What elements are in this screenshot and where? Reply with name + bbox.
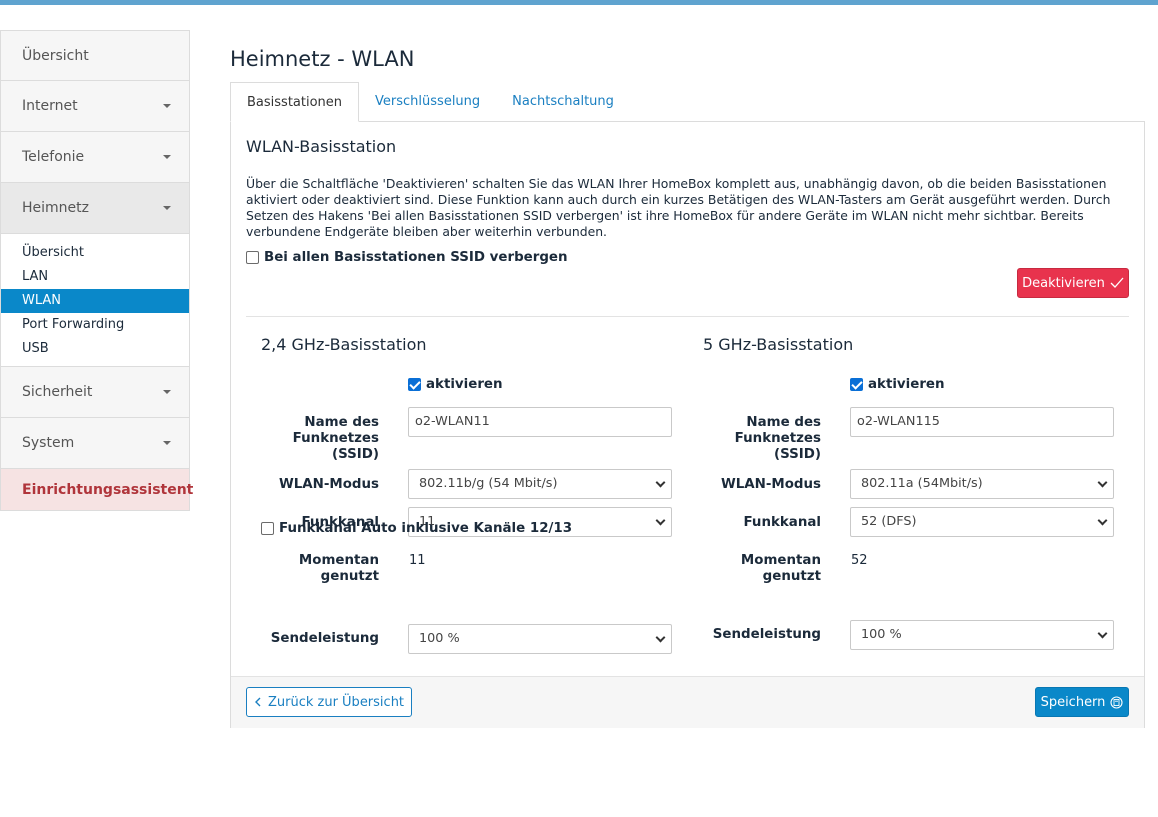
sidebar-item-label: Einrichtungsassistent [22, 481, 194, 498]
sidebar-item-system[interactable]: System [0, 418, 190, 469]
station-5ghz-title: 5 GHz-Basisstation [703, 335, 854, 354]
tab-bar: Basisstationen Verschlüsselung Nachtscha… [230, 82, 630, 122]
sidebar-item-telefonie[interactable]: Telefonie [0, 132, 190, 183]
wlan-mode-value: 802.11b/g (54 Mbit/s) [419, 476, 558, 491]
chevron-down-icon [1097, 477, 1108, 488]
sidebar-item-label: Heimnetz [22, 200, 89, 216]
panel-title: WLAN-Basisstation [246, 137, 397, 156]
wlan-mode-select[interactable]: 802.11b/g (54 Mbit/s) [408, 469, 672, 499]
auto-channel-label: Funkkanal Auto inklusive Kanäle 12/13 [279, 521, 573, 536]
current-channel-label: Momentan genutzt [740, 553, 821, 584]
page-title: Heimnetz - WLAN [230, 47, 415, 71]
power-select[interactable]: 100 % [408, 624, 672, 654]
sidebar-item-label: Internet [22, 98, 78, 114]
station-24ghz-activate[interactable]: aktivieren [408, 377, 503, 392]
chevron-down-icon [1097, 515, 1108, 526]
station-5ghz-activate[interactable]: aktivieren [850, 377, 945, 392]
current-channel-label: Momentan genutzt [298, 553, 379, 584]
sidebar-item-label: Sicherheit [22, 384, 93, 400]
save-label: Speichern [1040, 694, 1106, 710]
chevron-left-icon [254, 697, 261, 707]
caret-down-icon [163, 155, 171, 159]
auto-channel-option[interactable]: Funkkanal Auto inklusive Kanäle 12/13 [261, 521, 572, 536]
station-24ghz-title: 2,4 GHz-Basisstation [261, 335, 427, 354]
hide-ssid-option[interactable]: Bei allen Basisstationen SSID verbergen [246, 250, 568, 265]
sidebar-item-label: Übersicht [22, 47, 89, 64]
heimnetz-submenu: Übersicht LAN WLAN Port Forwarding USB [0, 234, 190, 367]
power-select[interactable]: 100 % [850, 620, 1114, 650]
ssid-label: Name des Funknetzes (SSID) [734, 415, 821, 462]
settings-panel: WLAN-Basisstation Über die Schaltfläche … [230, 121, 1145, 728]
caret-down-icon [163, 441, 171, 445]
channel-select[interactable]: 52 (DFS) [850, 507, 1114, 537]
hide-ssid-label: Bei allen Basisstationen SSID verbergen [264, 250, 568, 265]
submenu-item-wlan[interactable]: WLAN [1, 289, 189, 313]
wlan-mode-value: 802.11a (54Mbit/s) [861, 476, 983, 491]
chevron-down-icon [655, 515, 666, 526]
submenu-item-lan[interactable]: LAN [1, 265, 189, 289]
sidebar-item-sicherheit[interactable]: Sicherheit [0, 367, 190, 418]
check-icon [1110, 277, 1124, 288]
caret-down-icon [163, 206, 171, 210]
back-to-overview-button[interactable]: Zurück zur Übersicht [246, 687, 412, 717]
save-icon [1110, 695, 1123, 709]
save-button[interactable]: Speichern [1035, 687, 1129, 717]
wlan-mode-label: WLAN-Modus [278, 477, 379, 492]
sidebar-item-uebersicht[interactable]: Übersicht [0, 30, 190, 81]
sidebar-item-internet[interactable]: Internet [0, 81, 190, 132]
chevron-down-icon [1097, 628, 1108, 639]
activate-label: aktivieren [868, 377, 945, 392]
ssid-input[interactable]: o2-WLAN11 [408, 407, 672, 437]
submenu-item-uebersicht[interactable]: Übersicht [1, 241, 189, 265]
current-channel-value: 52 [851, 553, 868, 568]
ssid-input[interactable]: o2-WLAN115 [850, 407, 1114, 437]
deactivate-button[interactable]: Deaktivieren [1017, 268, 1129, 298]
back-label: Zurück zur Übersicht [267, 694, 405, 710]
sidebar-item-label: System [22, 435, 75, 451]
top-accent-bar [0, 0, 1158, 5]
sidebar-item-einrichtungsassistent[interactable]: Einrichtungsassistent [0, 469, 194, 511]
sidebar-item-heimnetz[interactable]: Heimnetz [0, 183, 190, 234]
caret-down-icon [163, 104, 171, 108]
submenu-item-usb[interactable]: USB [1, 337, 189, 361]
channel-value: 52 (DFS) [861, 514, 917, 529]
sidebar: Übersicht Internet Telefonie Heimnetz Üb… [0, 30, 194, 511]
chevron-down-icon [655, 632, 666, 643]
caret-down-icon [163, 390, 171, 394]
power-label: Sendeleistung [270, 631, 379, 646]
station-5ghz: 5 GHz-Basisstation aktivieren Name des F… [688, 317, 1128, 667]
tab-nachtschaltung[interactable]: Nachtschaltung [496, 82, 630, 122]
chevron-down-icon [655, 477, 666, 488]
power-label: Sendeleistung [712, 627, 821, 642]
channel-label: Funkkanal [743, 515, 821, 530]
ssid-label: Name des Funknetzes (SSID) [292, 415, 379, 462]
activate-checkbox[interactable] [850, 378, 863, 391]
tab-basisstationen[interactable]: Basisstationen [230, 82, 360, 122]
current-channel-value: 11 [409, 553, 426, 568]
panel-footer: Zurück zur Übersicht Speichern [231, 676, 1144, 728]
activate-checkbox[interactable] [408, 378, 421, 391]
tab-verschluesselung[interactable]: Verschlüsselung [359, 82, 496, 122]
sidebar-item-label: Telefonie [22, 149, 85, 165]
wlan-mode-select[interactable]: 802.11a (54Mbit/s) [850, 469, 1114, 499]
wlan-mode-label: WLAN-Modus [720, 477, 821, 492]
power-value: 100 % [861, 627, 902, 642]
activate-label: aktivieren [426, 377, 503, 392]
auto-channel-checkbox[interactable] [261, 522, 274, 535]
hide-ssid-checkbox[interactable] [246, 251, 259, 264]
deactivate-label: Deaktivieren [1022, 275, 1105, 291]
panel-description: Über die Schaltfläche 'Deaktivieren' sch… [246, 176, 1111, 239]
station-24ghz: 2,4 GHz-Basisstation aktivieren Name des… [246, 317, 686, 667]
power-value: 100 % [419, 631, 460, 646]
submenu-item-port-forwarding[interactable]: Port Forwarding [1, 313, 189, 337]
